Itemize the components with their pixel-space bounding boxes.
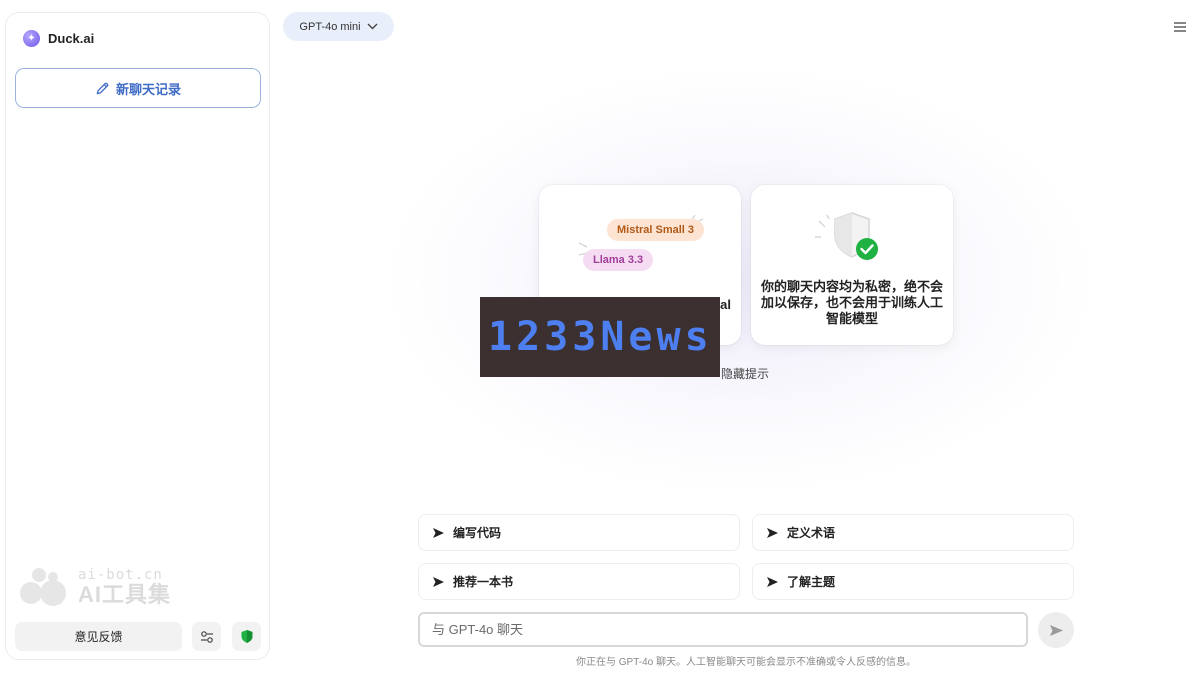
privacy-card: 你的聊天内容均为私密，绝不会加以保存，也不会用于训练人工智能模型 bbox=[751, 185, 953, 345]
shield-icon bbox=[241, 630, 252, 643]
send-arrow-icon bbox=[767, 576, 778, 587]
sidebar: ✦ Duck.ai 新聊天记录 ai-bot.cn AI工具集 意见反馈 bbox=[5, 12, 270, 660]
send-arrow-icon bbox=[433, 576, 444, 587]
pencil-icon bbox=[96, 82, 109, 94]
model-bubble-llama: Llama 3.3 bbox=[583, 249, 654, 271]
chat-input[interactable] bbox=[418, 612, 1028, 647]
watermark-domain: ai-bot.cn bbox=[78, 567, 163, 583]
duck-ai-logo-icon: ✦ bbox=[23, 30, 40, 47]
send-icon bbox=[1049, 624, 1063, 636]
privacy-shield-button[interactable] bbox=[232, 622, 261, 651]
news-watermark-banner: 1233News bbox=[480, 297, 720, 377]
chevron-down-icon bbox=[367, 23, 378, 30]
suggestion-label: 编写代码 bbox=[453, 526, 502, 540]
menu-icon[interactable] bbox=[1172, 19, 1188, 35]
new-chat-label: 新聊天记录 bbox=[115, 81, 181, 97]
watermark-title: AI工具集 bbox=[78, 582, 172, 607]
suggestion-label: 推荐一本书 bbox=[453, 575, 514, 589]
privacy-text: 你的聊天内容均为私密，绝不会加以保存，也不会用于训练人工智能模型 bbox=[761, 279, 944, 326]
settings-button[interactable] bbox=[192, 622, 221, 651]
send-button[interactable] bbox=[1038, 612, 1074, 648]
app-root: ✦ Duck.ai 新聊天记录 ai-bot.cn AI工具集 意见反馈 GPT… bbox=[0, 0, 1200, 675]
disclaimer-text: 你正在与 GPT-4o 聊天。人工智能聊天可能会显示不准确或令人反感的信息。 bbox=[575, 657, 916, 668]
suggestion-recommend-book[interactable]: 推荐一本书 bbox=[418, 563, 740, 600]
models-card-text: al bbox=[720, 297, 731, 312]
new-chat-button[interactable]: 新聊天记录 bbox=[15, 68, 261, 108]
brand-name: Duck.ai bbox=[48, 31, 95, 46]
privacy-shield-icon bbox=[815, 212, 878, 260]
brand: ✦ Duck.ai bbox=[23, 30, 94, 47]
suggestion-label: 定义术语 bbox=[787, 526, 836, 540]
sliders-icon bbox=[200, 630, 213, 643]
hide-tips-link[interactable]: 隐藏提示 bbox=[721, 365, 769, 382]
suggestion-label: 了解主题 bbox=[787, 575, 836, 589]
suggestion-write-code[interactable]: 编写代码 bbox=[418, 514, 740, 551]
model-bubble-mistral: Mistral Small 3 bbox=[607, 219, 705, 241]
send-arrow-icon bbox=[767, 527, 778, 538]
banner-text: 1233News bbox=[488, 314, 713, 360]
ai-bot-logo-icon bbox=[18, 568, 70, 606]
ai-bot-watermark: ai-bot.cn AI工具集 bbox=[18, 568, 171, 606]
feedback-button[interactable]: 意见反馈 bbox=[15, 622, 182, 651]
suggestion-define-term[interactable]: 定义术语 bbox=[752, 514, 1074, 551]
send-arrow-icon bbox=[433, 527, 444, 538]
suggestion-learn-topic[interactable]: 了解主题 bbox=[752, 563, 1074, 600]
model-label: GPT-4o mini bbox=[299, 20, 361, 33]
model-selector[interactable]: GPT-4o mini bbox=[283, 12, 394, 41]
